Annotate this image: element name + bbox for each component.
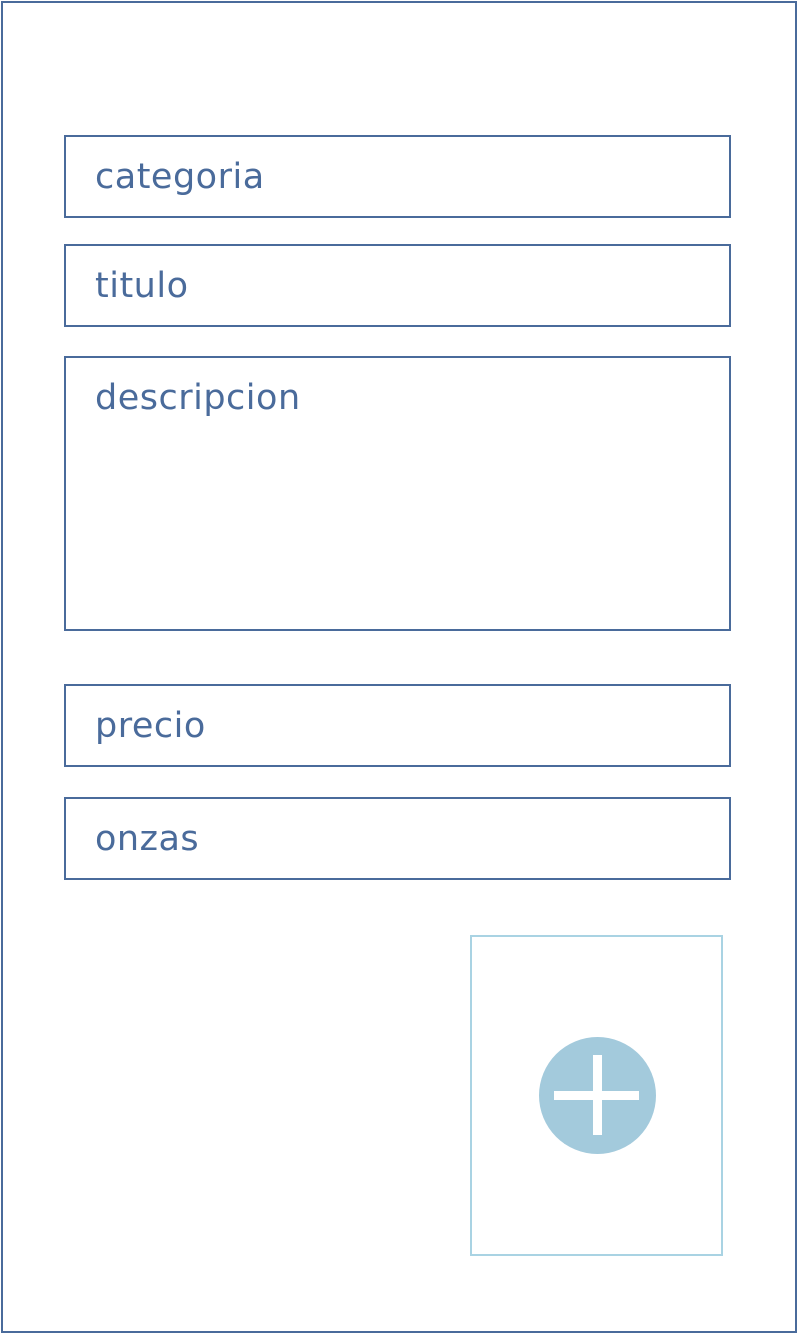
plus-icon — [539, 1037, 656, 1154]
titulo-placeholder: titulo — [95, 266, 189, 306]
descripcion-placeholder: descripcion — [95, 378, 301, 418]
titulo-field[interactable]: titulo — [64, 244, 731, 327]
precio-placeholder: precio — [95, 706, 206, 746]
app-frame: categoria titulo descripcion precio onza… — [1, 1, 797, 1333]
categoria-placeholder: categoria — [95, 157, 265, 197]
categoria-field[interactable]: categoria — [64, 135, 731, 218]
add-image-button[interactable] — [470, 935, 723, 1256]
precio-field[interactable]: precio — [64, 684, 731, 767]
onzas-field[interactable]: onzas — [64, 797, 731, 880]
plus-icon-vertical — [593, 1055, 602, 1135]
descripcion-textarea[interactable]: descripcion — [64, 356, 731, 631]
onzas-placeholder: onzas — [95, 819, 200, 859]
